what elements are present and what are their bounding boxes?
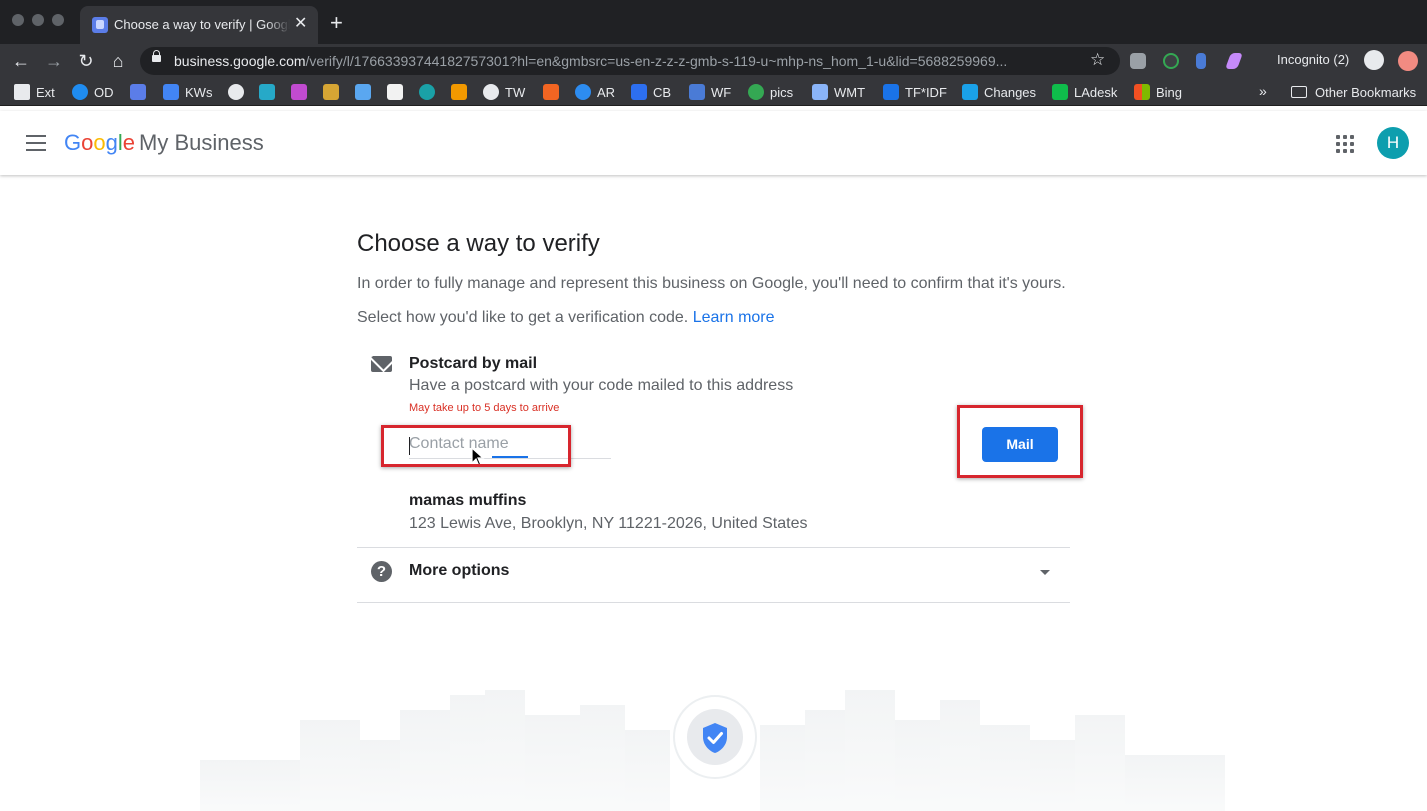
option-subtitle: Have a postcard with your code mailed to…	[409, 377, 794, 394]
reload-icon[interactable]: ↻	[75, 50, 97, 72]
extension-icon[interactable]	[1225, 53, 1243, 69]
browser-menu-icon[interactable]	[1398, 51, 1418, 71]
business-name: mamas muffins	[409, 492, 527, 509]
url-text: business.google.com/verify/l/17663393744…	[174, 53, 1008, 69]
browser-tab-active[interactable]: Choose a way to verify | Google My Busin…	[80, 6, 318, 44]
shield-check-icon	[703, 723, 727, 753]
forward-icon[interactable]: →	[43, 50, 65, 72]
tab-close-icon[interactable]: ✕	[294, 15, 307, 33]
bookmark-item[interactable]: pics	[748, 84, 793, 100]
annotation-highlight-mail	[957, 405, 1083, 478]
page-description: In order to fully manage and represent t…	[357, 275, 1066, 292]
bookmark-item[interactable]: Ext	[14, 84, 55, 100]
bookmark-item[interactable]: TF*IDF	[883, 84, 947, 100]
new-tab-icon[interactable]: +	[330, 12, 343, 34]
extension-icon[interactable]	[1196, 53, 1206, 69]
annotation-highlight-contact	[381, 425, 571, 467]
tab-title: Choose a way to verify | Google My Busin…	[114, 17, 290, 32]
bookmark-star-icon[interactable]: ☆	[1090, 50, 1105, 70]
bookmark-item[interactable]	[543, 84, 565, 100]
bookmark-item[interactable]: OD	[72, 84, 114, 100]
help-icon: ?	[371, 561, 392, 582]
bookmark-item[interactable]: KWs	[163, 84, 212, 100]
incognito-label: Incognito (2)	[1277, 52, 1350, 67]
business-address: 123 Lewis Ave, Brooklyn, NY 11221-2026, …	[409, 515, 808, 532]
bookmark-item[interactable]	[355, 84, 377, 100]
mail-envelope-icon	[371, 356, 392, 372]
delivery-note: May take up to 5 days to arrive	[409, 402, 560, 414]
select-instruction: Select how you'd like to get a verificat…	[357, 309, 775, 326]
extension-icon[interactable]	[1163, 53, 1179, 69]
page-title: Choose a way to verify	[357, 230, 600, 257]
avatar[interactable]: H	[1377, 127, 1409, 159]
incognito-icon[interactable]	[1364, 50, 1384, 70]
app-header: Google My Business H	[0, 111, 1427, 175]
bookmark-item[interactable]	[387, 84, 409, 100]
back-icon[interactable]: ←	[10, 50, 32, 72]
more-options-row[interactable]: ? More options	[357, 548, 1070, 602]
bookmark-item[interactable]: TW	[483, 84, 525, 100]
bookmark-item[interactable]: Changes	[962, 84, 1036, 100]
bookmark-item[interactable]: Bing	[1134, 84, 1182, 100]
bookmark-item[interactable]	[419, 84, 441, 100]
lock-icon	[152, 50, 161, 62]
hamburger-menu-icon[interactable]	[26, 135, 46, 151]
bookmark-item[interactable]	[130, 84, 152, 100]
bookmark-item[interactable]: AR	[575, 84, 615, 100]
window-minimize-dot[interactable]	[32, 14, 44, 26]
apps-grid-icon[interactable]	[1336, 135, 1354, 153]
home-icon[interactable]: ⌂	[107, 50, 129, 72]
gmb-favicon-icon	[92, 17, 108, 33]
bookmark-item[interactable]: CB	[631, 84, 671, 100]
bookmark-item[interactable]	[228, 84, 250, 100]
learn-more-link[interactable]: Learn more	[693, 309, 775, 326]
more-options-label: More options	[409, 562, 510, 579]
window-close-dot[interactable]	[12, 14, 24, 26]
browser-toolbar: ← → ↻ ⌂ business.google.com/verify/l/176…	[0, 44, 1427, 78]
bookmark-item[interactable]: LAdesk	[1052, 84, 1117, 100]
bookmark-item[interactable]	[323, 84, 345, 100]
bookmarks-overflow-icon[interactable]: »	[1259, 83, 1267, 99]
address-bar[interactable]: business.google.com/verify/l/17663393744…	[140, 47, 1120, 75]
bookmark-item[interactable]: WF	[689, 84, 731, 100]
folder-icon	[1291, 86, 1307, 98]
chevron-down-icon	[1040, 570, 1050, 575]
browser-tab-bar: Choose a way to verify | Google My Busin…	[0, 0, 1427, 44]
bookmark-item[interactable]	[291, 84, 313, 100]
divider	[357, 602, 1070, 603]
extension-icon[interactable]	[1130, 53, 1146, 69]
option-title: Postcard by mail	[409, 355, 538, 372]
bookmark-item[interactable]: WMT	[812, 84, 865, 100]
bookmark-item[interactable]	[451, 84, 473, 100]
window-zoom-dot[interactable]	[52, 14, 64, 26]
other-bookmarks[interactable]: Other Bookmarks	[1291, 84, 1416, 100]
bookmark-item[interactable]	[259, 84, 281, 100]
google-my-business-logo[interactable]: Google My Business	[64, 130, 264, 156]
bookmarks-bar: Ext OD KWs TW AR CB WF pics WMT TF*IDF C…	[0, 78, 1427, 106]
